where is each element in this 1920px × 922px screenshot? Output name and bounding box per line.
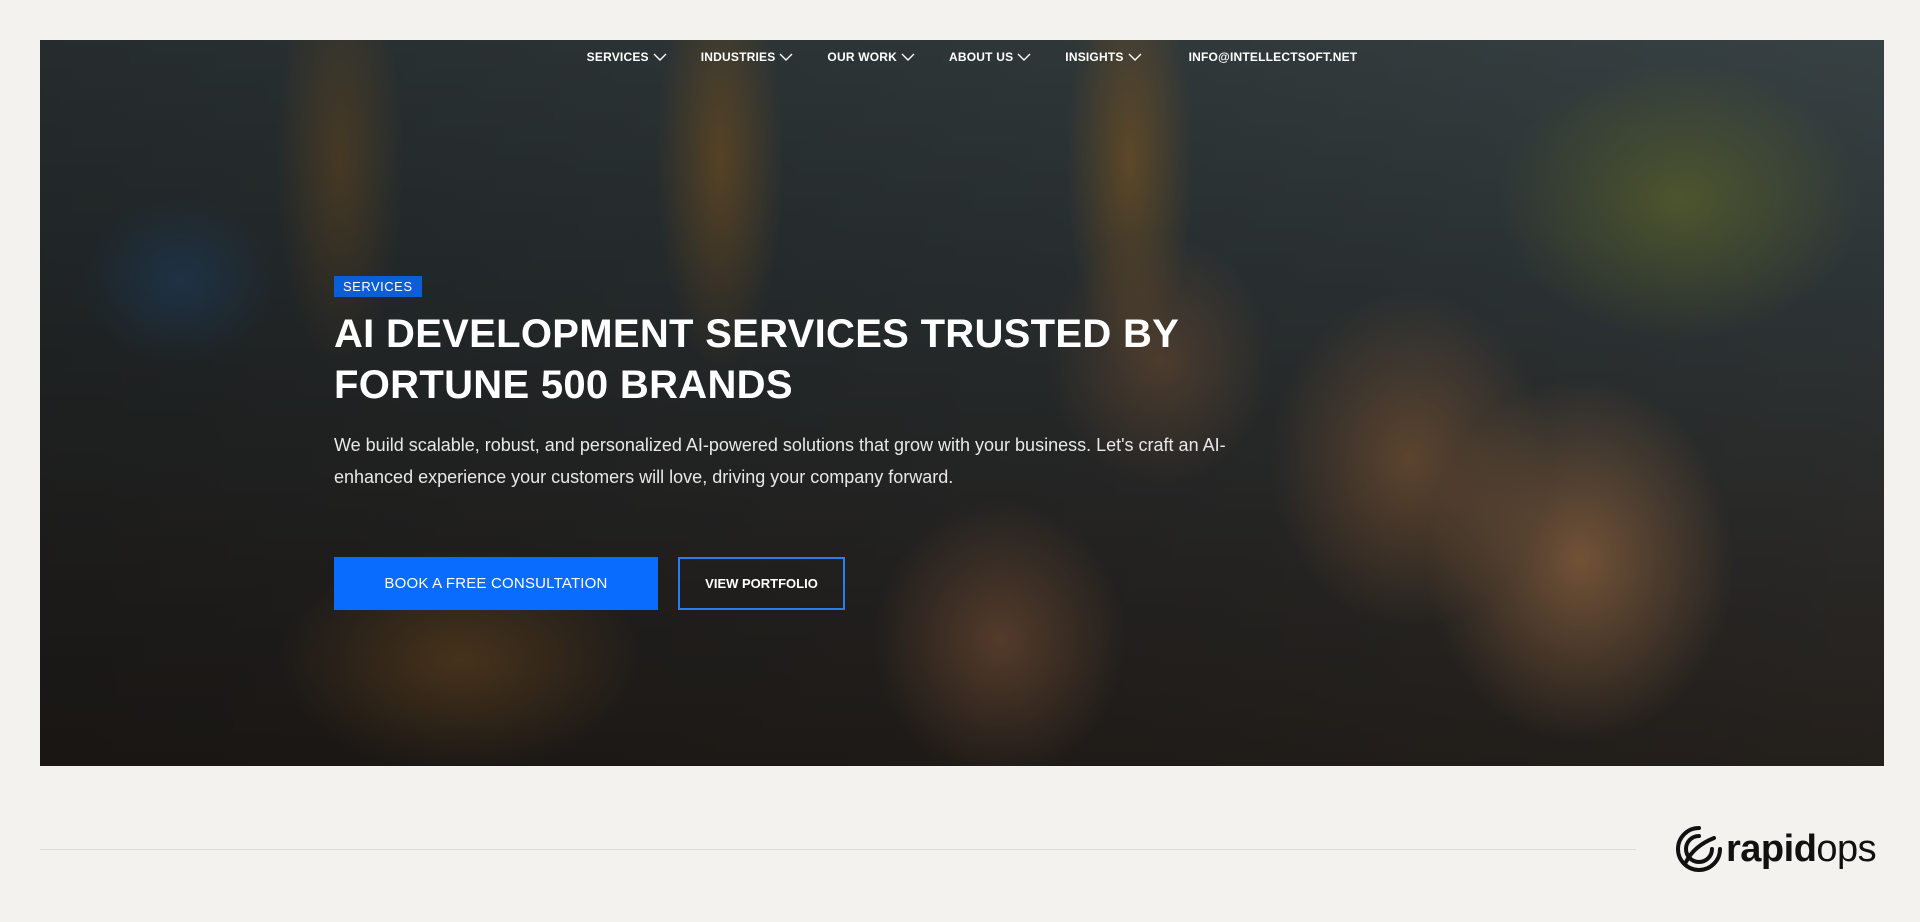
book-consultation-button[interactable]: BOOK A FREE CONSULTATION <box>334 557 658 610</box>
nav-email-link[interactable]: INFO@INTELLECTSOFT.NET <box>1189 50 1358 64</box>
chevron-down-icon <box>779 53 793 61</box>
rapidops-logo-icon <box>1676 826 1722 872</box>
chevron-down-icon <box>901 53 915 61</box>
hero-actions: BOOK A FREE CONSULTATION VIEW PORTFOLIO <box>334 557 1294 610</box>
nav-item-services[interactable]: SERVICES <box>587 50 667 64</box>
rapidops-logo: rapidops <box>1674 824 1877 874</box>
chevron-down-icon <box>1017 53 1031 61</box>
logo-text-bold: rapid <box>1726 827 1817 870</box>
nav-item-insights[interactable]: INSIGHTS <box>1065 50 1142 64</box>
chevron-down-icon <box>1128 53 1142 61</box>
nav-item-about-us[interactable]: ABOUT US <box>949 50 1031 64</box>
logo-text-light: ops <box>1816 827 1877 870</box>
view-portfolio-button[interactable]: VIEW PORTFOLIO <box>678 557 845 610</box>
section-divider <box>40 849 1636 850</box>
nav-item-industries[interactable]: INDUSTRIES <box>701 50 794 64</box>
hero-content: SERVICES AI DEVELOPMENT SERVICES TRUSTED… <box>334 276 1294 610</box>
main-navigation: SERVICES INDUSTRIES OUR WORK ABOUT US IN… <box>40 50 1884 64</box>
chevron-down-icon <box>653 53 667 61</box>
nav-item-our-work[interactable]: OUR WORK <box>827 50 915 64</box>
nav-item-label: INSIGHTS <box>1065 50 1124 64</box>
hero-subtitle: We build scalable, robust, and personali… <box>334 435 1226 487</box>
hero-banner: SERVICES INDUSTRIES OUR WORK ABOUT US IN… <box>40 40 1884 766</box>
nav-item-label: SERVICES <box>586 50 649 64</box>
nav-item-label: INDUSTRIES <box>700 50 776 64</box>
email-label: INFO@INTELLECTSOFT.NET <box>1188 50 1358 64</box>
category-badge: SERVICES <box>334 276 422 297</box>
hero-title: AI DEVELOPMENT SERVICES TRUSTED BY FORTU… <box>334 312 1179 407</box>
nav-item-label: OUR WORK <box>827 50 898 64</box>
nav-item-label: ABOUT US <box>949 50 1014 64</box>
